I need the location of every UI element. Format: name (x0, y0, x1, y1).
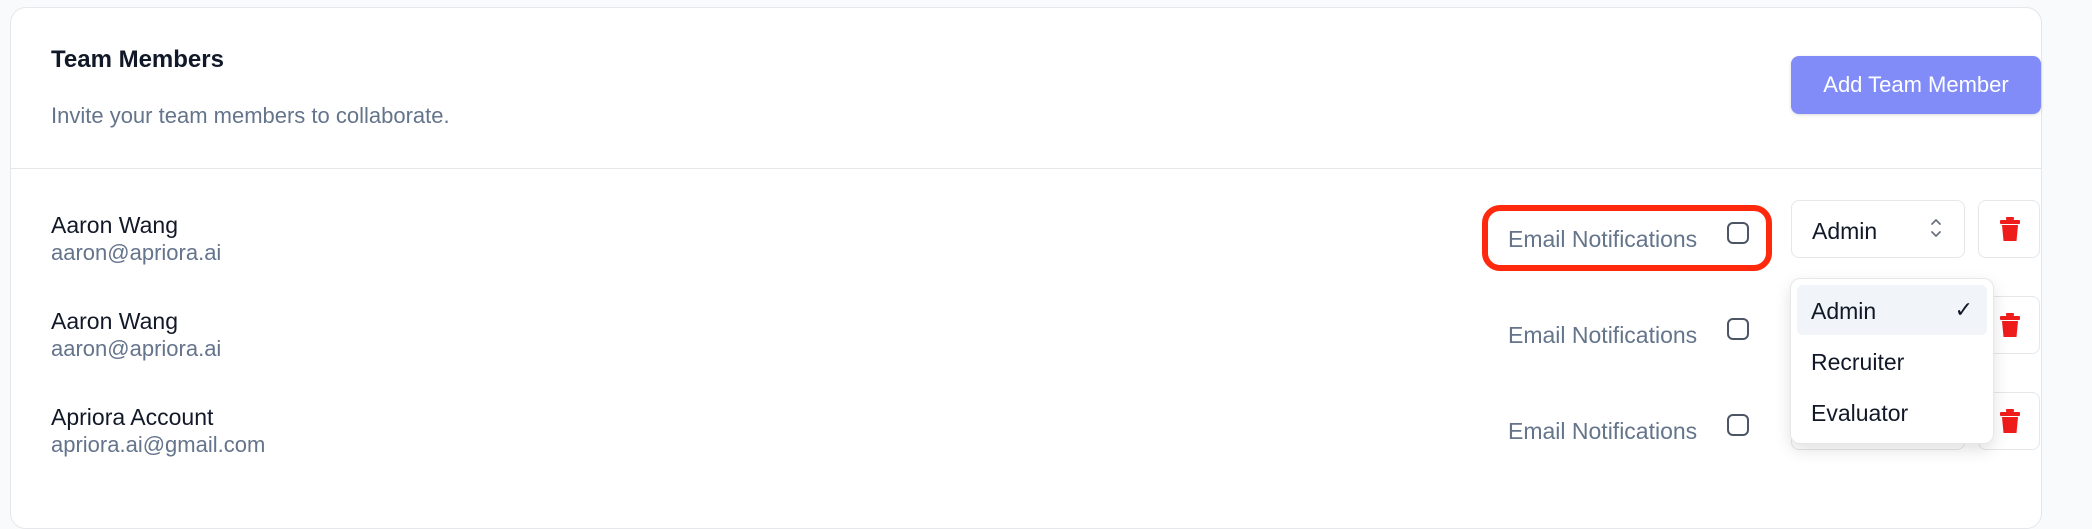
member-email: aaron@apriora.ai (51, 336, 222, 361)
role-option-recruiter[interactable]: Recruiter (1797, 336, 1987, 386)
check-icon: ✓ (1954, 297, 1973, 322)
role-option-label: Recruiter (1811, 349, 1905, 375)
role-dropdown-menu: Admin ✓ Recruiter Evaluator (1790, 278, 1994, 444)
add-team-member-button[interactable]: Add Team Member (1791, 56, 2041, 114)
member-row: Aaron Wang aaron@apriora.ai Email Notifi… (11, 296, 2041, 404)
role-select[interactable]: Admin (1791, 200, 1965, 258)
role-option-label: Evaluator (1811, 400, 1909, 426)
trash-icon (2000, 313, 2020, 337)
role-select-value: Admin (1812, 218, 1878, 244)
email-notifications-label: Email Notifications (1508, 226, 1698, 252)
email-notifications-checkbox[interactable] (1727, 414, 1749, 436)
chevron-up-down-icon (1931, 219, 1941, 237)
member-name: Apriora Account (51, 404, 214, 430)
email-notifications-checkbox[interactable] (1727, 318, 1749, 340)
role-option-evaluator[interactable]: Evaluator (1797, 387, 1987, 437)
email-notifications-checkbox[interactable] (1727, 222, 1749, 244)
email-notifications-label: Email Notifications (1508, 322, 1698, 348)
role-option-admin[interactable]: Admin ✓ (1797, 285, 1987, 335)
member-row: Aaron Wang aaron@apriora.ai Email Notifi… (11, 200, 2041, 308)
trash-icon (2000, 409, 2020, 433)
team-members-card: Team Members Invite your team members to… (10, 7, 2042, 529)
page-title: Team Members (51, 46, 224, 73)
member-name: Aaron Wang (51, 308, 178, 334)
trash-icon (2000, 217, 2020, 241)
role-option-label: Admin (1811, 298, 1877, 324)
delete-member-button[interactable] (1978, 200, 2040, 258)
member-email: apriora.ai@gmail.com (51, 432, 266, 457)
member-name: Aaron Wang (51, 212, 178, 238)
member-email: aaron@apriora.ai (51, 240, 222, 265)
card-header: Team Members Invite your team members to… (11, 8, 2041, 169)
member-row: Apriora Account apriora.ai@gmail.com Ema… (11, 392, 2041, 500)
page-subtitle: Invite your team members to collaborate. (51, 103, 450, 128)
email-notifications-label: Email Notifications (1508, 418, 1698, 444)
